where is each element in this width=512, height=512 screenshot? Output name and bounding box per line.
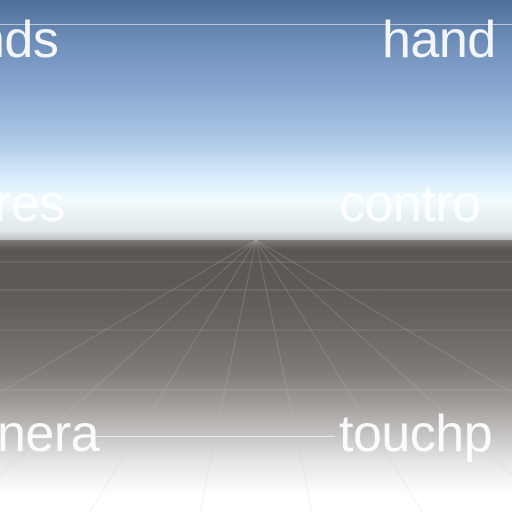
label-hands-left: nds xyxy=(0,11,59,69)
frame-bottom-edge xyxy=(95,436,335,437)
label-res-left: res xyxy=(0,175,65,233)
label-hands-right: hand xyxy=(382,11,496,69)
label-touchpad-right: touchp xyxy=(339,405,493,463)
scene-viewport[interactable]: nds hand res contro nera touchp xyxy=(0,0,512,512)
label-controllers-right: contro xyxy=(339,175,481,233)
label-camera-left: nera xyxy=(0,405,100,463)
